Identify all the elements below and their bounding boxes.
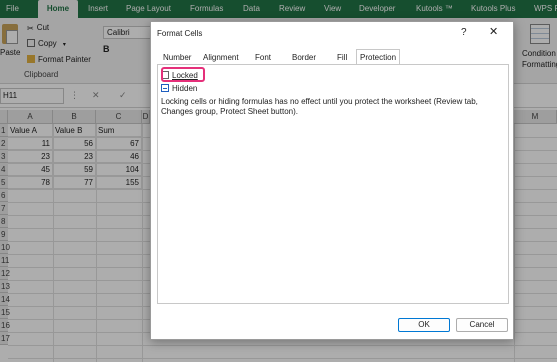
tab-protection[interactable]: Protection (356, 49, 401, 65)
dialog-title: Format Cells (157, 29, 203, 38)
hidden-checkbox-row[interactable]: Hidden (161, 83, 197, 94)
help-icon[interactable]: ? (461, 27, 467, 38)
hidden-label: Hidden (172, 84, 198, 93)
tab-border[interactable]: Border (289, 50, 319, 65)
cancel-button[interactable]: Cancel (456, 318, 508, 332)
format-cells-dialog: Format Cells ? ✕ Number Alignment Font B… (150, 21, 514, 340)
protection-panel: Locked Hidden Locking cells or hiding fo… (157, 64, 509, 304)
tab-alignment[interactable]: Alignment (200, 50, 242, 65)
protection-description: Locking cells or hiding formulas has no … (161, 97, 478, 116)
tab-number[interactable]: Number (160, 50, 194, 65)
hidden-checkbox[interactable] (161, 84, 169, 92)
highlight-box (161, 67, 205, 82)
ok-button[interactable]: OK (398, 318, 450, 332)
locked-checkbox-row[interactable]: Locked (161, 67, 205, 82)
tab-font[interactable]: Font (252, 50, 274, 65)
close-icon[interactable]: ✕ (489, 25, 498, 38)
tab-fill[interactable]: Fill (334, 50, 350, 65)
